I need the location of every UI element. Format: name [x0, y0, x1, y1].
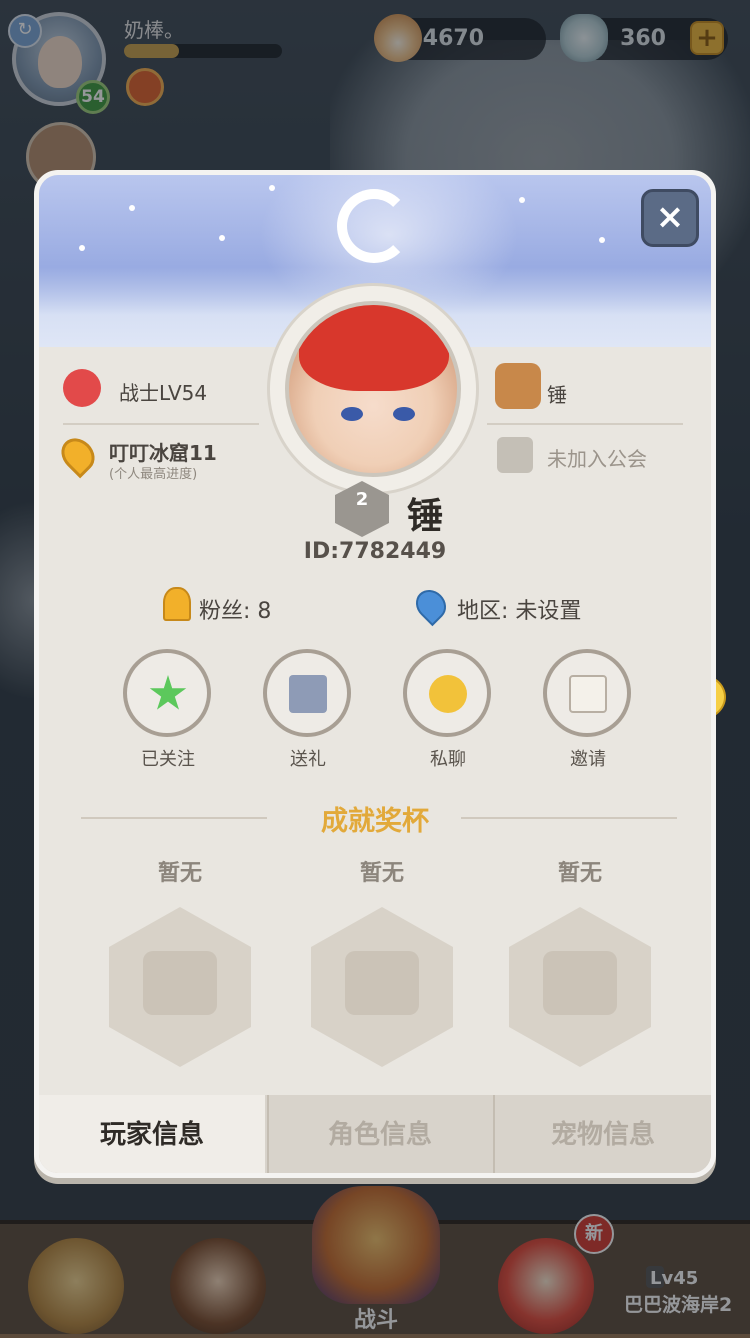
gift-icon — [289, 675, 327, 713]
snowflake-icon — [129, 205, 135, 211]
private-chat-ring — [403, 649, 491, 737]
partner-name: 锤 — [547, 383, 567, 407]
portrait-eye — [341, 407, 363, 421]
divider — [461, 817, 677, 819]
mail-icon — [569, 675, 607, 713]
chat-bubble-icon — [429, 675, 467, 713]
close-button[interactable]: × — [641, 189, 699, 247]
trophy-placeholder-inner — [143, 951, 217, 1015]
player-portrait — [285, 301, 461, 477]
gift-ring — [263, 649, 351, 737]
warrior-class-icon — [63, 369, 101, 407]
trophy-slot: 暂无 — [505, 855, 655, 1067]
gift-label: 送礼 — [290, 749, 326, 770]
guild-status: 未加入公会 — [547, 447, 647, 471]
fans-count: 粉丝: 8 — [199, 599, 272, 624]
divider — [63, 423, 259, 425]
trophy-label: 暂无 — [359, 861, 404, 886]
trophy-label: 暂无 — [157, 861, 202, 886]
tab-pet-info[interactable]: 宠物信息 — [493, 1095, 711, 1173]
snowflake-icon — [599, 237, 605, 243]
private-chat-button[interactable]: 私聊 — [403, 649, 493, 771]
progress-note: (个人最高进度) — [109, 467, 198, 482]
invite-ring — [543, 649, 631, 737]
trophy-slot: 暂无 — [105, 855, 255, 1067]
trophy-placeholder-icon — [509, 907, 651, 1067]
snowflake-icon — [519, 197, 525, 203]
rank-number: 2 — [355, 489, 369, 510]
profile-tabs: 玩家信息 角色信息 宠物信息 — [39, 1095, 711, 1173]
snowflake-icon — [269, 185, 275, 191]
trophy-slot: 暂无 — [307, 855, 457, 1067]
portrait-hair — [299, 305, 449, 391]
trophy-placeholder-icon — [109, 907, 251, 1067]
invite-label: 邀请 — [570, 749, 606, 770]
follow-button[interactable]: 已关注 — [123, 649, 213, 771]
portrait-eye — [393, 407, 415, 421]
fans-icon — [163, 587, 191, 621]
tab-character-info[interactable]: 角色信息 — [267, 1095, 491, 1173]
region-value: 地区: 未设置 — [457, 599, 582, 624]
tab-player-info[interactable]: 玩家信息 — [39, 1095, 265, 1173]
gift-button[interactable]: 送礼 — [263, 649, 353, 771]
location-pin-icon — [54, 431, 102, 479]
profile-id: ID:7782449 — [303, 539, 447, 564]
region-pin-icon — [409, 583, 453, 627]
trophy-placeholder-inner — [345, 951, 419, 1015]
guild-icon — [497, 437, 533, 473]
star-icon — [149, 675, 187, 710]
class-level: 战士LV54 — [119, 381, 208, 405]
player-profile-panel: × 战士LV54 叮叮冰窟11 (个人最高进度) 锤 未加入公会 2 锤 ID:… — [34, 170, 716, 1178]
snowflake-icon — [219, 235, 225, 241]
trophy-placeholder-inner — [543, 951, 617, 1015]
profile-name: 锤 — [407, 496, 444, 537]
private-chat-label: 私聊 — [430, 749, 466, 770]
follow-label: 已关注 — [141, 749, 195, 770]
follow-ring — [123, 649, 211, 737]
trophy-label: 暂无 — [557, 861, 602, 886]
invite-button[interactable]: 邀请 — [543, 649, 633, 771]
trophy-placeholder-icon — [311, 907, 453, 1067]
partner-icon — [495, 363, 541, 409]
snowflake-icon — [79, 245, 85, 251]
divider — [487, 423, 683, 425]
progress-stage: 叮叮冰窟11 — [109, 441, 217, 465]
moon-emblem-icon — [337, 189, 411, 263]
